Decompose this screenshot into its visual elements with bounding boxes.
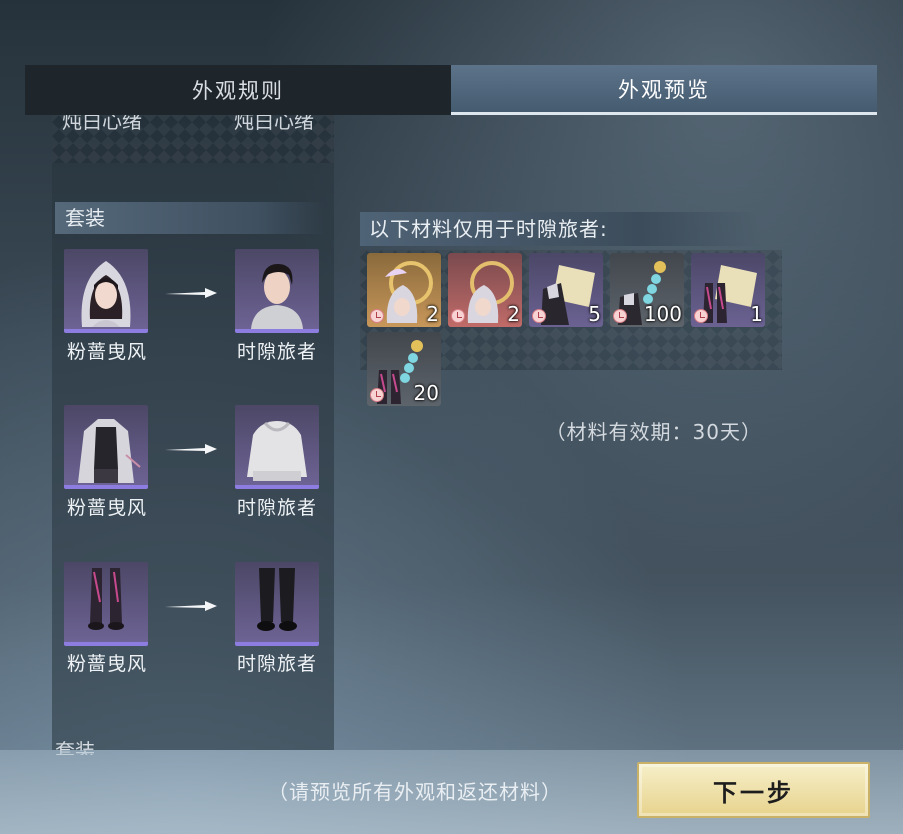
cut-off-label: 炖白心绪 — [234, 115, 314, 133]
preview-hint: （请预览所有外观和返还材料） — [268, 780, 562, 804]
material-item[interactable]: 2 — [448, 253, 522, 327]
material-item[interactable]: 2 — [367, 253, 441, 327]
materials-panel: 以下材料仅用于时隙旅者: 2 2 5 100 1 20 （材料有效期：30天） — [360, 212, 782, 444]
target-item-name: 时隙旅者 — [236, 341, 317, 363]
materials-grid: 2 2 5 100 1 20 — [360, 250, 782, 406]
material-item[interactable]: 1 — [691, 253, 765, 327]
materials-header: 以下材料仅用于时隙旅者: — [360, 212, 760, 246]
boots-icon — [88, 568, 124, 630]
timed-item-icon — [370, 388, 384, 402]
arrow-right-icon — [165, 288, 217, 298]
materials-validity: （材料有效期：30天） — [545, 420, 762, 444]
timed-item-icon — [694, 309, 708, 323]
material-item[interactable]: 20 — [367, 332, 441, 406]
source-item-name: 粉蔷曳风 — [66, 497, 147, 519]
section-title-outfit: 套装 — [55, 202, 325, 234]
material-quantity: 2 — [426, 302, 439, 326]
source-item-boots[interactable] — [64, 562, 148, 646]
timed-item-icon — [370, 309, 384, 323]
arrow-right-icon — [165, 601, 217, 611]
target-item-name: 时隙旅者 — [236, 653, 317, 675]
material-item[interactable]: 5 — [529, 253, 603, 327]
male-character-icon — [251, 263, 303, 329]
conversion-list-panel[interactable]: 炖白心绪 炖白心绪 套装 粉蔷曳风 时隙旅者 粉蔷曳风 时隙旅者 粉蔷曳风 时隙… — [52, 115, 334, 750]
target-item-hood[interactable] — [235, 249, 319, 333]
target-item-jacket[interactable] — [235, 405, 319, 489]
timed-item-icon — [532, 309, 546, 323]
tab-appearance-preview[interactable]: 外观预览 — [451, 65, 877, 115]
arrow-right-icon — [165, 444, 217, 454]
material-item[interactable]: 100 — [610, 253, 684, 327]
jacket-icon — [78, 419, 141, 483]
source-item-hood[interactable] — [64, 249, 148, 333]
target-item-boots[interactable] — [235, 562, 319, 646]
material-quantity: 100 — [643, 302, 682, 326]
tab-appearance-rules[interactable]: 外观规则 — [25, 65, 451, 115]
target-item-name: 时隙旅者 — [236, 497, 317, 519]
timed-item-icon — [613, 309, 627, 323]
timed-item-icon — [451, 309, 465, 323]
tab-bar: 外观规则 外观预览 — [25, 65, 877, 115]
source-item-jacket[interactable] — [64, 405, 148, 489]
material-quantity: 5 — [588, 302, 601, 326]
cut-off-label: 炖白心绪 — [62, 115, 142, 133]
material-quantity: 20 — [413, 381, 439, 405]
black-boots-icon — [257, 568, 297, 631]
source-item-name: 粉蔷曳风 — [66, 653, 147, 675]
next-step-button[interactable]: 下一步 — [637, 762, 870, 818]
previous-section-tail: 炖白心绪 炖白心绪 — [52, 115, 334, 163]
hoodie-icon — [247, 421, 307, 481]
material-quantity: 1 — [750, 302, 763, 326]
material-quantity: 2 — [507, 302, 520, 326]
hooded-character-icon — [81, 261, 131, 327]
source-item-name: 粉蔷曳风 — [66, 341, 147, 363]
